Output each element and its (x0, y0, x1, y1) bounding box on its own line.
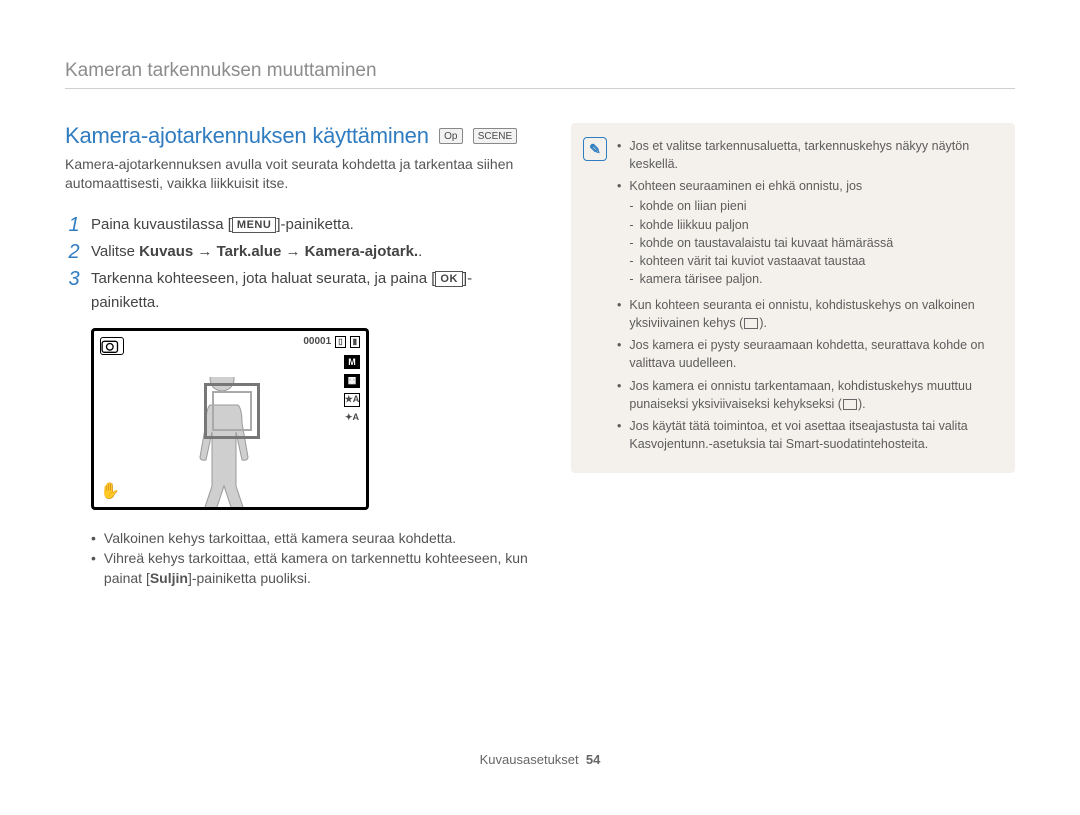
camera-mode-icon (100, 337, 124, 355)
breadcrumb: Kameran tarkennuksen muuttaminen (65, 60, 1015, 88)
size-icon: M (344, 355, 360, 369)
mode-icon-scene: SCENE (473, 128, 517, 144)
step-1: 1 Paina kuvaustilassa [MENU]-painiketta. (65, 213, 535, 236)
note-item: Jos käytät tätä toimintoa, et voi asetta… (617, 417, 999, 453)
note-item: Jos kamera ei onnistu tarkentamaan, kohd… (617, 377, 999, 413)
frame-icon (843, 399, 857, 410)
battery-icon: ▮ (350, 336, 360, 348)
legend-green: Vihreä kehys tarkoittaa, että kamera on … (91, 548, 535, 589)
menu-button-label: MENU (232, 217, 276, 233)
step-2-post: . (418, 243, 422, 260)
card-icon: ▯ (335, 336, 345, 348)
quality-icon: ★A (344, 393, 360, 407)
legend-list: Valkoinen kehys tarkoittaa, että kamera … (65, 528, 535, 589)
note-item: Jos kamera ei pysty seuraamaan kohdetta,… (617, 336, 999, 372)
frame-icon (744, 318, 758, 329)
step-3: 3 Tarkenna kohteeseen, jota haluat seura… (65, 267, 535, 314)
stabilizer-icon: ✋ (100, 481, 120, 501)
step-number: 1 (65, 213, 83, 235)
step-1-post: ]-painiketta. (276, 216, 354, 233)
shot-counter: 00001 (303, 336, 331, 347)
page-title: Kamera-ajotarkennuksen käyttäminen (65, 123, 429, 149)
note-subitem: kohteen värit tai kuviot vastaavat taust… (629, 252, 893, 270)
grid-icon: ▦ (344, 374, 360, 388)
header-rule (65, 88, 1015, 89)
note-box: ✎ Jos et valitse tarkennusaluetta, tarke… (571, 123, 1015, 473)
note-icon: ✎ (583, 137, 607, 161)
screen-right-icons: M ▦ ★A ✦A (344, 355, 360, 424)
note-subitem: kamera tärisee paljon. (629, 270, 893, 288)
tracking-focus-frame (204, 383, 260, 439)
step-number: 3 (65, 267, 83, 289)
note-item: Kun kohteen seuranta ei onnistu, kohdist… (617, 296, 999, 332)
ok-button-label: OK (435, 271, 463, 287)
note-item: Jos et valitse tarkennusaluetta, tarkenn… (617, 137, 999, 173)
note-item: Kohteen seuraaminen ei ehkä onnistu, jos… (617, 177, 999, 292)
note-subitem: kohde on taustavalaistu tai kuvaat hämär… (629, 234, 893, 252)
shutter-label: Suljin (150, 570, 188, 586)
step-3-pre: Tarkenna kohteeseen, jota haluat seurata… (91, 270, 435, 287)
footer-page-number: 54 (586, 752, 600, 767)
step-number: 2 (65, 240, 83, 262)
intro-text: Kamera-ajotarkennuksen avulla voit seura… (65, 155, 535, 193)
note-subitem: kohde on liian pieni (629, 197, 893, 215)
note-subitem: kohde liikkuu paljon (629, 216, 893, 234)
mode-icon-photo: Op (439, 128, 463, 144)
step-2: 2 Valitse Kuvaus → Tark.alue → Kamera-aj… (65, 240, 535, 263)
camera-screen-illustration: 00001 ▯ ▮ M ▦ ★A ✦A ✋ (91, 328, 535, 510)
step-list: 1 Paina kuvaustilassa [MENU]-painiketta.… (65, 213, 535, 314)
flash-icon: ✦A (345, 412, 359, 424)
legend-white: Valkoinen kehys tarkoittaa, että kamera … (91, 528, 535, 548)
step-2-pre: Valitse (91, 243, 139, 260)
step-2-bold: Kuvaus → Tark.alue → Kamera-ajotark. (139, 243, 418, 260)
page-footer: Kuvausasetukset 54 (0, 752, 1080, 767)
legend-green-post: ]-painiketta puoliksi. (188, 570, 311, 586)
step-1-pre: Paina kuvaustilassa [ (91, 216, 232, 233)
footer-section: Kuvausasetukset (480, 752, 579, 767)
